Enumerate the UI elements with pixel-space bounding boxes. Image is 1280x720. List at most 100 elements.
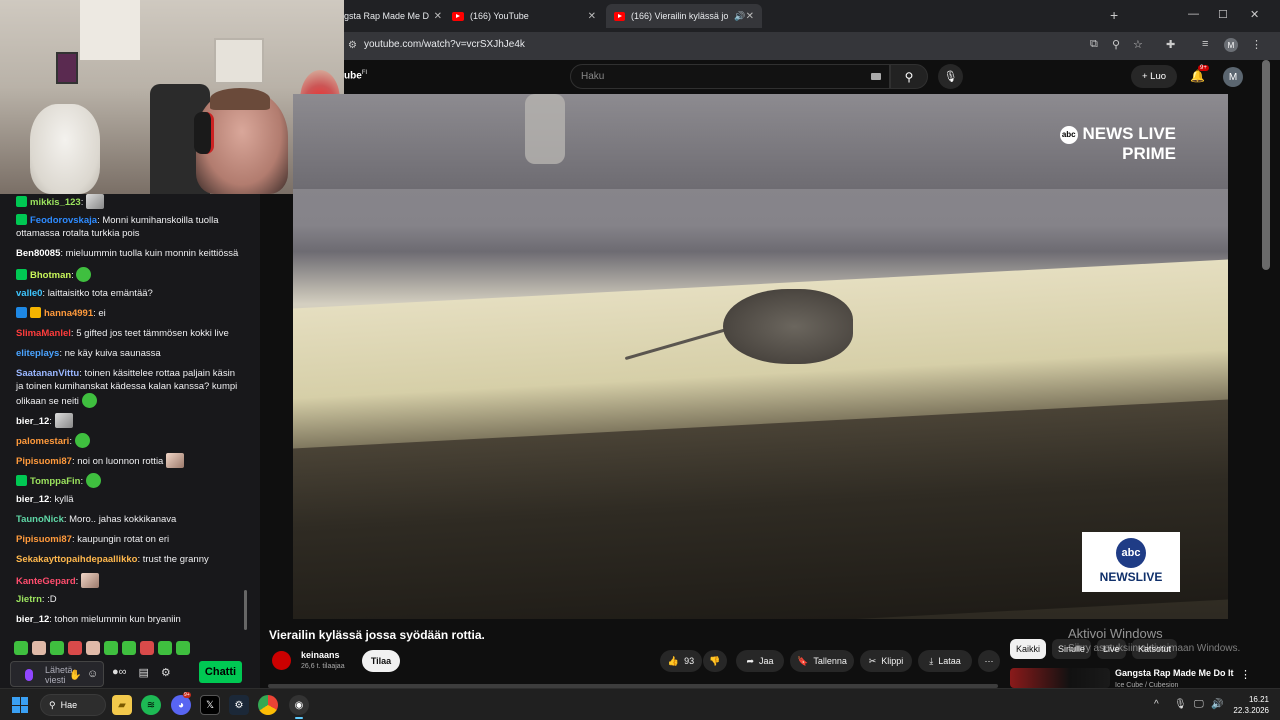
store-icon[interactable]: ▤ [139,666,149,679]
chip-all[interactable]: Kaikki [1010,639,1047,659]
tab-youtube[interactable]: (166) YouTube ✕ [452,4,596,28]
chat-username[interactable]: Jietrn [16,594,42,605]
chat-username[interactable]: bier_12 [16,416,49,427]
chat-username[interactable]: Sekakayttopaihdepaallikko [16,554,137,565]
close-window-icon[interactable]: ✕ [1250,8,1259,21]
create-button[interactable]: + Luo [1131,65,1177,88]
obs-icon[interactable]: ◉ [289,695,309,719]
new-tab-button[interactable]: + [1110,7,1118,23]
chat-username[interactable]: valle0 [16,288,42,299]
points-icon[interactable]: ●∞ [112,666,127,679]
video-player[interactable]: abc NEWS LIVE PRIME abc NEWSLIVE [293,94,1228,619]
tab-gangsta[interactable]: gsta Rap Made Me D ✕ [344,4,442,28]
chat-message: bier_12: tohon mielummin kun bryaniin [16,613,242,626]
chat-input[interactable]: Lähetä viesti ✋ ☺ [10,661,104,687]
install-icon[interactable]: ⧉ [1090,38,1098,51]
steam-icon[interactable]: ⚙ [229,695,249,715]
chat-text: : [80,197,84,208]
notifications-bell-icon[interactable]: 🔔 9+ [1190,65,1209,83]
mic-icon[interactable] [25,669,33,681]
subscribe-button[interactable]: Tilaa [362,650,400,672]
chat-username[interactable]: Bhotman [30,270,71,281]
profile-avatar[interactable]: M [1224,38,1238,52]
account-avatar[interactable]: M [1223,67,1243,87]
chat-badge-icon [16,196,27,207]
chat-username[interactable]: bier_12 [16,614,49,625]
close-icon[interactable]: ✕ [434,11,442,22]
speaker-icon[interactable]: 🔊 [734,11,745,22]
chat-username[interactable]: Feodorovskaja [30,215,97,226]
chat-username[interactable]: bier_12 [16,494,49,505]
x-app-icon[interactable]: 𝕏 [200,695,220,715]
youtube-logo[interactable]: ubeFI [344,70,367,81]
chat-text: : [49,416,52,427]
recommended-title[interactable]: Gangsta Rap Made Me Do It [1115,668,1234,678]
media-icon[interactable]: ≡ [1202,38,1208,50]
spotify-icon[interactable]: ≋ [141,695,161,715]
chat-username[interactable]: hanna4991 [44,308,93,319]
zoom-icon[interactable]: ⚲ [1112,38,1120,51]
chat-username[interactable]: Ben80085 [16,248,60,259]
recommended-thumbnail[interactable] [1010,668,1110,688]
extensions-icon[interactable]: ✚ [1166,38,1175,51]
chat-username[interactable]: Pipisuomi87 [16,534,72,545]
chat-text: : laittaisitko tota emäntää? [42,288,153,299]
recommended-more-icon[interactable]: ⋮ [1240,668,1251,681]
more-actions-button[interactable]: ⋯ [978,650,1000,672]
url-field[interactable]: youtube.com/watch?v=vcrSXJhJe4k [364,39,525,50]
chat-username[interactable]: TaunoNick [16,514,64,525]
chat-username[interactable]: SaatananVittu [16,368,79,379]
chat-username[interactable]: KanteGepard [16,576,76,587]
tray-network-icon[interactable]: 🖵 [1194,699,1204,710]
tray-volume-icon[interactable]: 🔊 [1211,699,1223,710]
voice-search-button[interactable]: 🎙 [938,64,963,89]
close-icon[interactable]: ✕ [746,11,754,22]
download-button[interactable]: ⤓ Lataa [918,650,972,672]
chat-username[interactable]: Pipisuomi87 [16,456,72,467]
search-icon: ⚲ [904,69,914,84]
tab-video[interactable]: (166) Vierailin kylässä jossa 🔊 ✕ [606,4,762,28]
scissors-icon: ✂ [868,655,877,666]
chat-send-button[interactable]: Chatti [199,661,242,683]
close-icon[interactable]: ✕ [588,11,596,22]
file-explorer-icon[interactable]: ▰ [112,695,132,715]
share-button[interactable]: ➦ Jaa [736,650,784,672]
windows-start-icon[interactable] [12,697,28,713]
chat-username[interactable]: TomppaFin [30,476,80,487]
chat-username[interactable]: palomestari [16,436,69,447]
chat-panel: mikkis_123: Feodorovskaja: Monni kumihan… [0,194,260,688]
subscriber-count: 26,6 t. tilaajaa [301,663,345,670]
channel-name[interactable]: keinaans [301,650,340,660]
menu-dots-icon[interactable]: ⋮ [1251,38,1262,51]
tray-chevron-icon[interactable]: ^ [1154,699,1159,710]
chat-username[interactable]: mikkis_123 [30,197,81,208]
dislike-button[interactable]: 👎 [703,650,727,672]
page-scrollbar[interactable] [1262,60,1270,270]
discord-icon[interactable]: ◕ 9+ [171,692,191,715]
emoji-icon[interactable]: ☺ [87,668,98,680]
taskbar-search[interactable]: ⚲ Hae [40,694,106,716]
keyboard-icon[interactable] [871,73,881,80]
chat-messages: mikkis_123: Feodorovskaja: Monni kumihan… [0,194,248,634]
hand-icon[interactable]: ✋ [69,670,81,681]
maximize-icon[interactable]: ☐ [1218,8,1228,21]
chat-username[interactable]: eliteplays [16,348,59,359]
taskbar: ⚲ Hae ▰ ≋ ◕ 9+ 𝕏 ⚙ ◉ ^ 🎙 🖵 🔊 16.21 22.3.202… [0,688,1280,720]
gear-icon[interactable]: ⚙ [161,666,171,679]
chat-username[interactable]: SlimaManlel [16,328,71,339]
like-button[interactable]: 👍 93 [660,650,702,672]
chrome-icon[interactable] [258,695,278,715]
bookmark-star-icon[interactable]: ☆ [1133,38,1143,51]
emote-bar[interactable] [14,641,190,655]
system-clock[interactable]: 16.21 22.3.2026 [1233,694,1269,716]
chat-message: hanna4991: ei [16,307,242,320]
chat-scrollbar[interactable] [244,590,247,630]
tray-mic-icon[interactable]: 🎙 [1174,699,1187,710]
channel-avatar[interactable] [272,651,291,670]
search-button[interactable]: ⚲ [890,64,928,89]
save-button[interactable]: 🔖 Tallenna [790,650,854,672]
site-info-icon[interactable]: ⚙ [348,40,357,51]
minimize-icon[interactable]: — [1188,8,1199,20]
search-input[interactable]: Haku [570,64,890,89]
clip-button[interactable]: ✂ Klippi [860,650,912,672]
